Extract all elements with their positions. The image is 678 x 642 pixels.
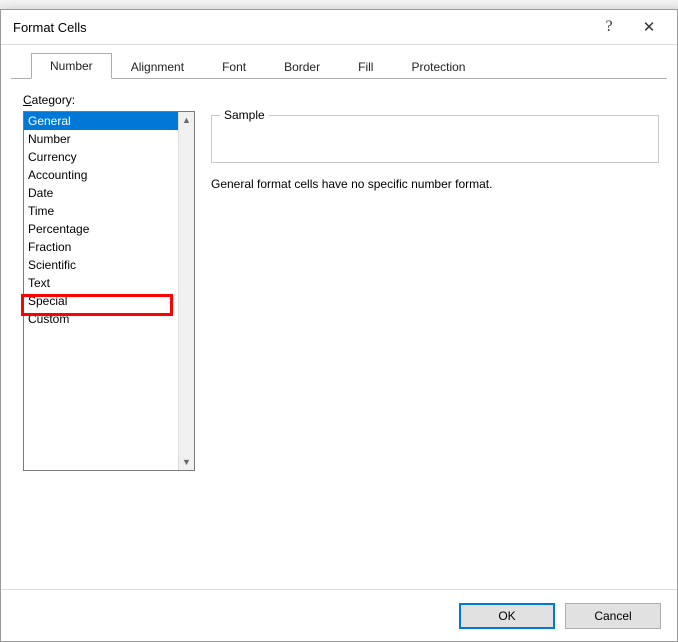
help-button[interactable]: ? [589,11,629,43]
close-button[interactable]: ✕ [629,11,669,43]
list-item[interactable]: Date [24,184,178,202]
category-listbox[interactable]: General Number Currency Accounting Date … [23,111,195,471]
tab-border[interactable]: Border [265,53,339,79]
tab-strip: Number Alignment Font Border Fill Protec… [1,53,677,79]
list-item[interactable]: Custom [24,310,178,328]
dialog-footer: OK Cancel [1,589,677,641]
list-item[interactable]: Number [24,130,178,148]
list-item[interactable]: Percentage [24,220,178,238]
tab-font[interactable]: Font [203,53,265,79]
tab-number[interactable]: Number [31,53,112,79]
tab-protection[interactable]: Protection [392,53,484,79]
sample-box: Sample [211,115,659,163]
list-item[interactable]: Accounting [24,166,178,184]
right-panel: Sample General format cells have no spec… [211,115,659,191]
list-item[interactable]: Currency [24,148,178,166]
cancel-button[interactable]: Cancel [565,603,661,629]
list-item[interactable]: Scientific [24,256,178,274]
tab-alignment[interactable]: Alignment [112,53,203,79]
tab-fill[interactable]: Fill [339,53,392,79]
list-item[interactable]: Special [24,292,178,310]
ok-button[interactable]: OK [459,603,555,629]
scroll-up-icon[interactable]: ▲ [179,112,194,128]
list-item[interactable]: Fraction [24,238,178,256]
listbox-scrollbar[interactable]: ▲ ▼ [178,112,194,470]
list-item[interactable]: Time [24,202,178,220]
sample-legend: Sample [220,108,269,122]
scroll-down-icon[interactable]: ▼ [179,454,194,470]
titlebar: Format Cells ? ✕ [1,10,677,45]
format-description: General format cells have no specific nu… [211,177,659,191]
dialog-body: Category: General Number Currency Accoun… [1,79,677,589]
list-item[interactable]: Text [24,274,178,292]
dialog-title: Format Cells [13,20,87,35]
list-item[interactable]: General [24,112,178,130]
format-cells-dialog: Format Cells ? ✕ Number Alignment Font B… [0,9,678,642]
category-label: Category: [23,93,659,107]
